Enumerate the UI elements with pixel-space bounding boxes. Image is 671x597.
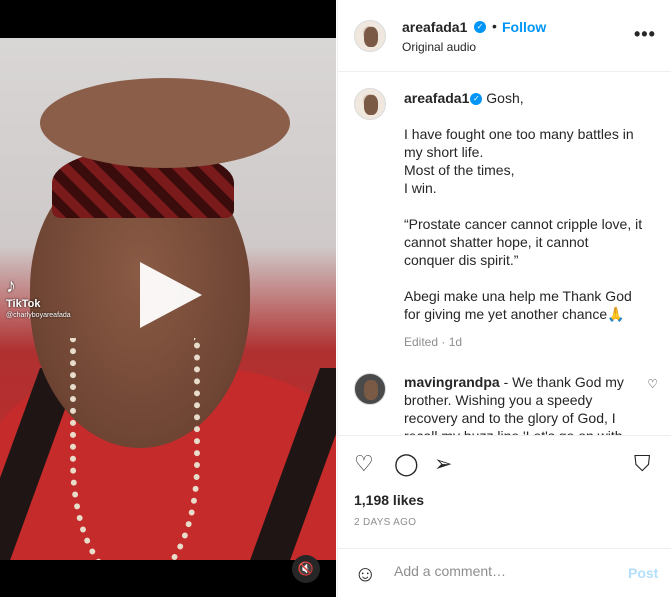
action-bar: ♡ ◯ ➢ ⛉ 1,198 likes 2 DAYS AGO xyxy=(338,435,671,545)
mute-icon[interactable]: 🔇 xyxy=(292,555,320,583)
tiktok-handle: @charlyboyareafada xyxy=(6,312,71,319)
comment-body: mavingrandpa - We thank God my brother. … xyxy=(404,373,634,435)
play-icon[interactable] xyxy=(140,262,202,328)
verified-badge-icon: ✓ xyxy=(470,93,483,106)
mute-glyph: 🔇 xyxy=(297,561,315,576)
list-item: mavingrandpa - We thank God my brother. … xyxy=(338,351,671,435)
caption-paragraph: I have fought one too many battles in my… xyxy=(404,125,656,197)
caption-line: my short life. xyxy=(404,144,484,160)
caption-line: Abegi make una help me Thank God xyxy=(404,288,632,304)
comment-icon[interactable]: ◯ xyxy=(394,451,419,477)
separator-dot: • xyxy=(492,18,497,34)
post-panel: areafada1 ✓ • Follow Original audio ••• … xyxy=(337,0,671,597)
avatar[interactable] xyxy=(354,373,386,405)
heart-icon[interactable]: ♡ xyxy=(354,451,374,477)
tiktok-icon: ♪ xyxy=(6,275,16,297)
comment-input[interactable] xyxy=(394,563,614,579)
post-media[interactable]: ♪ TikTok @charlyboyareafada 🔇 xyxy=(0,0,336,597)
avatar[interactable] xyxy=(354,88,386,120)
tiktok-brand: TikTok xyxy=(6,298,41,310)
tiktok-watermark: ♪ TikTok @charlyboyareafada xyxy=(6,275,71,319)
header-username[interactable]: areafada1 xyxy=(402,19,467,35)
follow-button[interactable]: Follow xyxy=(502,19,546,35)
caption-meta: Edited · 1d xyxy=(404,335,463,349)
caption-line: Most of the times, xyxy=(404,162,515,178)
caption-paragraph: Abegi make una help me Thank God for giv… xyxy=(404,287,656,323)
caption-line: “Prostate cancer cannot cripple love, it xyxy=(404,216,643,232)
caption-greeting: Gosh, xyxy=(486,90,524,106)
likes-count[interactable]: 1,198 likes xyxy=(354,492,424,508)
caption-body: areafada1 ✓ Gosh, I have fought one too m… xyxy=(404,89,656,351)
caption-line: I win. xyxy=(404,180,437,196)
video-necklace xyxy=(70,338,200,560)
caption-username[interactable]: areafada1 xyxy=(404,90,469,106)
post-date[interactable]: 2 DAYS AGO xyxy=(354,517,416,528)
caption-line: cannot shatter hope, it cannot xyxy=(404,234,589,250)
caption-line: conquer dis spirit.” xyxy=(404,252,519,268)
caption-paragraph: “Prostate cancer cannot cripple love, it… xyxy=(404,215,656,269)
comment-username[interactable]: mavingrandpa xyxy=(404,374,500,390)
post-button[interactable]: Post xyxy=(628,565,658,581)
caption: areafada1 ✓ Gosh, I have fought one too m… xyxy=(338,73,671,351)
comments-section[interactable]: areafada1 ✓ Gosh, I have fought one too m… xyxy=(338,73,671,435)
bookmark-icon[interactable]: ⛉ xyxy=(634,451,651,477)
video-hand xyxy=(40,78,290,168)
add-comment-bar: ☺ Post xyxy=(338,548,671,597)
caption-line: for giving me yet another chance🙏 xyxy=(404,306,625,322)
caption-line: I have fought one too many battles in xyxy=(404,126,634,142)
audio-label[interactable]: Original audio xyxy=(402,40,476,54)
avatar[interactable] xyxy=(354,20,386,52)
share-icon[interactable]: ➢ xyxy=(434,451,452,477)
verified-badge-icon: ✓ xyxy=(474,21,486,33)
emoji-icon[interactable]: ☺ xyxy=(354,561,376,587)
heart-icon[interactable]: ♡ xyxy=(647,377,658,391)
more-options-icon[interactable]: ••• xyxy=(634,24,656,45)
post-header: areafada1 ✓ • Follow Original audio ••• xyxy=(338,0,671,72)
